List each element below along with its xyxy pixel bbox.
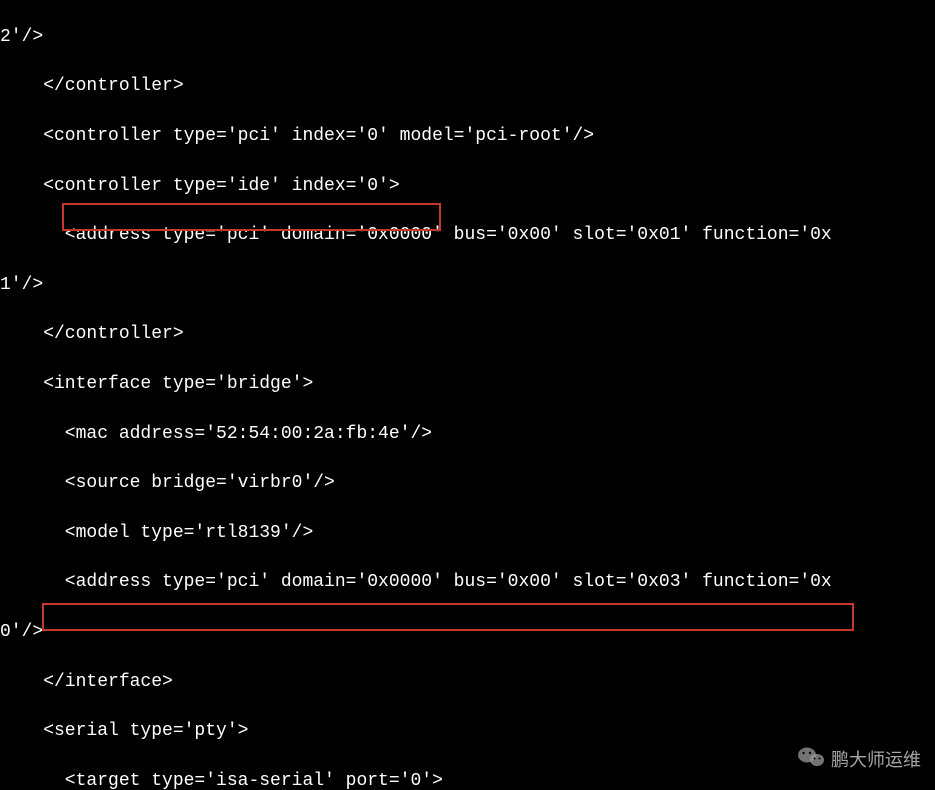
code-line: <source bridge='virbr0'/>	[0, 471, 935, 496]
code-line: <controller type='ide' index='0'>	[0, 174, 935, 199]
code-line: 2'/>	[0, 25, 935, 50]
code-line: <mac address='52:54:00:2a:fb:4e'/>	[0, 422, 935, 447]
code-line: 1'/>	[0, 273, 935, 298]
code-line: <controller type='pci' index='0' model='…	[0, 124, 935, 149]
code-line: </controller>	[0, 74, 935, 99]
code-line: <target type='isa-serial' port='0'>	[0, 769, 935, 790]
code-line: 0'/>	[0, 620, 935, 645]
code-line: <serial type='pty'>	[0, 719, 935, 744]
code-line: </interface>	[0, 670, 935, 695]
code-line: <model type='rtl8139'/>	[0, 521, 935, 546]
code-line: </controller>	[0, 322, 935, 347]
code-line: <interface type='bridge'>	[0, 372, 935, 397]
code-line: <address type='pci' domain='0x0000' bus=…	[0, 570, 935, 595]
code-line: <address type='pci' domain='0x0000' bus=…	[0, 223, 935, 248]
terminal-output: 2'/> </controller> <controller type='pci…	[0, 0, 935, 790]
